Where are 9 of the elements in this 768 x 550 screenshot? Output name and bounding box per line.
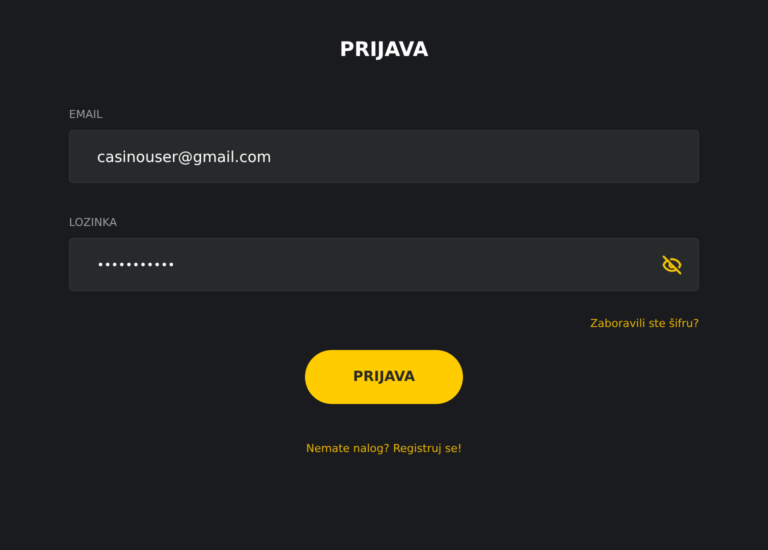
login-button[interactable]: PRIJAVA: [305, 350, 463, 404]
password-label: LOZINKA: [69, 216, 117, 230]
form-title: PRIJAVA: [340, 36, 428, 62]
email-label: EMAIL: [69, 108, 102, 122]
password-field[interactable]: •••••••••••: [69, 238, 699, 291]
forgot-password-link[interactable]: Zaboravili ste šifru?: [590, 317, 699, 331]
eye-off-icon[interactable]: [662, 254, 682, 274]
register-link[interactable]: Nemate nalog? Registruj se!: [306, 442, 462, 456]
email-field[interactable]: casinouser@gmail.com: [69, 130, 699, 183]
